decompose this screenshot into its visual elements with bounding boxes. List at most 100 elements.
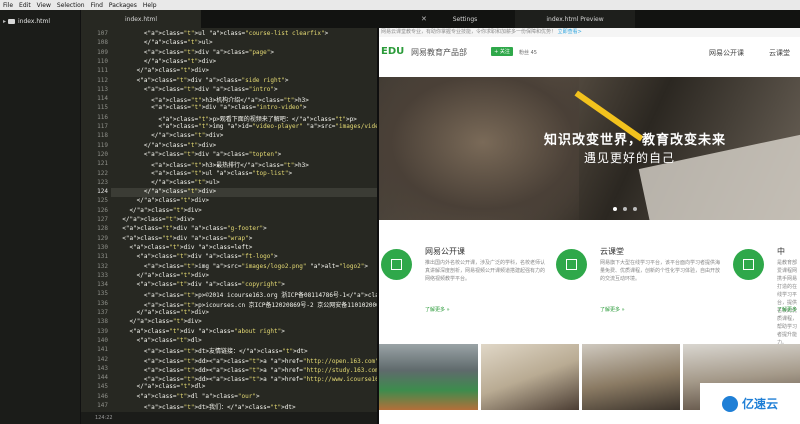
learn-more-link[interactable]: 了解更多 » (777, 306, 797, 313)
code-line[interactable]: </"a">class="t">dl> (115, 383, 206, 390)
carousel-dot[interactable] (623, 207, 627, 211)
carousel-dot[interactable] (613, 207, 617, 211)
menu-edit[interactable]: Edit (19, 2, 31, 9)
code-line[interactable]: <"a">class="t">div "a">class="topten"> (115, 151, 281, 158)
line-number: 119 (97, 141, 108, 149)
code-line[interactable]: <"a">class="t">p>icourses.cn 京ICP备120208… (115, 300, 377, 309)
watermark: 亿速云 (700, 383, 800, 424)
code-line[interactable]: <"a">class="t">div "a">class="ft-logo"> (115, 253, 278, 260)
line-number: 132 (97, 262, 108, 270)
code-line[interactable]: <"a">class="t">dt>我们：</"a">class="t">dt> (115, 402, 296, 411)
code-line[interactable]: <"a">class="t">div "a">class="about righ… (115, 328, 284, 335)
menu-file[interactable]: File (3, 2, 13, 9)
carousel-dot[interactable] (633, 207, 637, 211)
code-line[interactable]: <"a">class="t">dl> (115, 337, 202, 344)
code-line[interactable]: <"a">class="t">div "a">class="page"> (115, 49, 274, 56)
code-line[interactable]: <"a">class="t">h3>最热排行</"a">class="t">h3… (115, 160, 309, 169)
office-photo[interactable] (481, 344, 579, 410)
notice-link[interactable]: 立即查看> (558, 29, 582, 35)
learn-more-link[interactable]: 了解更多 » (600, 306, 625, 313)
line-number: 137 (97, 309, 108, 316)
code-line[interactable]: <"a">class="t">div "a">class="wrap"> (115, 235, 252, 242)
code-line[interactable]: </"a">class="t">ul> (115, 39, 213, 46)
course-title: 云课堂 (600, 247, 624, 256)
code-line[interactable]: </"a">class="t">div> (115, 197, 209, 204)
code-line[interactable]: <"a">class="t">p>观看下面的视频来了解吧：</"a">class… (115, 114, 357, 123)
code-line[interactable]: <"a">class="t">img "a">src="images/logo2… (115, 263, 368, 270)
line-number: 146 (97, 392, 108, 400)
code-line[interactable]: </"a">class="t">div> (115, 58, 216, 65)
code-line[interactable]: </"a">class="t">div> (115, 216, 194, 223)
code-line[interactable]: <"a">class="t">dt>友情链接：</"a">class="t">d… (115, 346, 308, 355)
code-line[interactable]: <"a">class="t">div "a">class="intro"> (115, 86, 278, 93)
line-number: 108 (97, 39, 108, 47)
course-desc: 网易旗下大型在线学习平台，该平台面向学习者提供海量免费、优质课程，创新的个性化学… (600, 260, 721, 282)
code-line[interactable]: <"a">class="t">div "a">class="copyright"… (115, 281, 285, 288)
tab-index-html[interactable]: index.html (81, 10, 201, 28)
code-line[interactable]: <"a">class="t">p>©2014 icourse163.org 浙I… (115, 290, 377, 299)
code-line[interactable]: <"a">class="t">dd><"a">class="t">a "a">h… (115, 356, 377, 365)
line-number: 116 (97, 113, 108, 121)
cursor-position[interactable]: 124:22 (95, 415, 113, 421)
code-line[interactable]: </"a">class="t">ul> (115, 179, 220, 186)
watermark-text: 亿速云 (741, 397, 778, 411)
code-line[interactable]: <"a">class="t">ul "a">class="course-list… (115, 30, 328, 37)
code-line[interactable]: <"a">class="t">h3>机构介绍</"a">class="t">h3… (115, 95, 309, 104)
classroom-photo[interactable] (379, 344, 478, 410)
code-line[interactable]: </"a">class="t">div> (115, 207, 201, 214)
follow-button[interactable]: + 关注 (491, 47, 513, 56)
code-line[interactable]: <"a">class="t">div "a">class=left> (115, 244, 252, 251)
menu-selection[interactable]: Selection (57, 2, 85, 9)
line-number: 122 (97, 169, 108, 177)
line-number: 114 (97, 95, 108, 103)
code-line[interactable]: <"a">class="t">dd><"a">class="t">a "a">h… (115, 374, 377, 383)
carousel-dots (613, 207, 637, 211)
line-number: 129 (97, 234, 108, 242)
line-number: 136 (97, 299, 108, 307)
line-number: 126 (97, 206, 108, 214)
code-line[interactable]: <"a">class="t">dl "a">class="our"> (115, 393, 260, 400)
tab-settings[interactable]: ✕ Settings (415, 10, 515, 28)
menu-view[interactable]: View (37, 2, 51, 9)
line-number: 143 (97, 364, 108, 372)
meeting-photo[interactable] (582, 344, 680, 410)
code-line[interactable]: </"a">class="t">div> (115, 318, 201, 325)
menu-find[interactable]: Find (91, 2, 103, 9)
code-line[interactable]: </"a">class="t">div> (115, 272, 209, 279)
line-number: 125 (97, 197, 108, 205)
line-number: 113 (97, 85, 108, 93)
nav-cloud-class[interactable]: 云课堂 (769, 48, 790, 58)
code-line[interactable]: <"a">class="t">img "a">id="video-player"… (115, 123, 377, 130)
line-number: 123 (97, 178, 108, 186)
code-line[interactable]: <"a">class="t">dd><"a">class="t">a "a">h… (115, 365, 377, 374)
code-line[interactable]: </"a">class="t">div> (115, 188, 216, 195)
line-number: 111 (97, 67, 108, 75)
html-preview-pane[interactable]: 网易云课堂教专业，有助你掌握专业技能，令你求职和加薪多一份保障和优势！ 立即查看… (379, 28, 800, 424)
line-number: 109 (97, 48, 108, 56)
line-number: 110 (97, 57, 108, 65)
menu-packages[interactable]: Packages (109, 2, 137, 9)
code-line[interactable]: </"a">class="t">div> (115, 309, 209, 316)
close-icon[interactable]: ✕ (421, 15, 427, 23)
hero-banner[interactable]: 知识改变世界，教育改变未来 遇见更好的自己 (379, 77, 800, 220)
code-line[interactable]: <"a">class="t">ul "a">class="top-list"> (115, 170, 292, 177)
code-line[interactable]: </"a">class="t">div> (115, 142, 216, 149)
code-editor[interactable]: 107 108 109 110 111 112 113 114 115 116 117 118 119 1… (81, 28, 377, 412)
site-logo[interactable]: EDU (381, 46, 404, 57)
nav-open-course[interactable]: 网易公开课 (709, 48, 744, 58)
code-line[interactable]: <"a">class="t">div "a">class="g-footer"> (115, 225, 267, 232)
code-line[interactable]: </"a">class="t">div> (115, 67, 209, 74)
learn-more-link[interactable]: 了解更多 » (425, 306, 450, 313)
code-line[interactable]: <"a">class="t">div "a">class="side right… (115, 77, 289, 84)
line-number: 135 (97, 290, 108, 298)
tree-root-item[interactable]: ▸ index.html (0, 14, 80, 28)
status-bar: 124:22 (81, 412, 377, 424)
course-section: 网易公开课 推出国内外名校公开课，涉及广泛的学科，名校老师认真讲解深度剖析，网易… (379, 220, 800, 346)
menu-help[interactable]: Help (143, 2, 157, 9)
line-number: 142 (97, 355, 108, 363)
code-line[interactable]: <"a">class="t">div "a">class="intro-vide… (115, 104, 306, 111)
line-number: 138 (97, 318, 108, 326)
code-line[interactable]: </"a">class="t">div> (115, 132, 223, 139)
line-number: 141 (97, 346, 108, 354)
tab-preview[interactable]: index.html Preview (515, 10, 635, 28)
